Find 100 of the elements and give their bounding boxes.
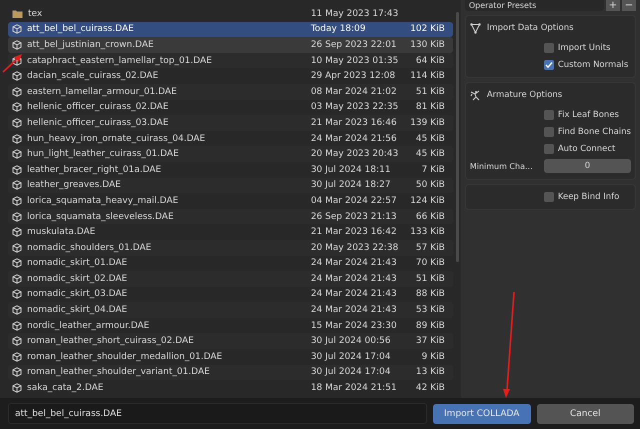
file-size: 42 KiB	[414, 383, 445, 394]
cancel-button[interactable]: Cancel	[536, 404, 634, 424]
file-size: 13 KiB	[414, 367, 445, 378]
file-row[interactable]: nordic_leather_armour.DAE 15 Mar 2024 23:30 89 KiB	[8, 318, 453, 334]
operator-presets-dropdown[interactable]: Operator Presets	[464, 0, 604, 11]
file-size: 89 KiB	[414, 320, 445, 331]
cube-icon	[12, 320, 22, 331]
cube-icon	[12, 134, 22, 144]
file-date: 08 Mar 2024 21:02	[310, 86, 398, 97]
cube-icon	[12, 24, 22, 34]
cube-icon	[12, 367, 22, 378]
checkbox[interactable]	[544, 144, 554, 154]
file-name: nomadic_shoulders_01.DAE	[27, 242, 152, 253]
remove-preset-button[interactable]: −	[622, 0, 636, 11]
cube-icon	[12, 40, 22, 50]
file-size: 45 KiB	[414, 134, 445, 144]
file-name: nomadic_skirt_02.DAE	[27, 274, 128, 284]
file-date: 11 May 2023 17:43	[310, 8, 400, 19]
file-name: hun_heavy_iron_ornate_cuirass_04.DAE	[27, 134, 206, 144]
file-name: att_bel_justinian_crown.DAE	[27, 40, 155, 50]
file-row[interactable]: cataphract_eastern_lamellar_top_01.DAE 10 May 2023 01:35 64 KiB	[8, 52, 453, 68]
file-row[interactable]: roman_leather_short_cuirass_02.DAE 30 Jul 2024 00:56 37 KiB	[8, 333, 453, 350]
file-date: 24 Mar 2024 21:43	[310, 305, 398, 316]
file-size: 70 KiB	[414, 258, 445, 268]
file-name: dacian_scale_cuirass_02.DAE	[27, 71, 160, 82]
file-row[interactable]: hun_heavy_iron_ornate_cuirass_04.DAE 24 Mar 2024 21:56 45 KiB	[8, 130, 453, 146]
file-date: 20 May 2023 22:38	[310, 242, 400, 253]
panel-title[interactable]: Armature Options	[486, 90, 562, 100]
annotation-arrow	[2, 54, 22, 73]
file-row[interactable]: nomadic_shoulders_01.DAE 20 May 2023 22:38 57 KiB	[8, 240, 453, 256]
file-size: 53 KiB	[414, 305, 445, 316]
cube-icon	[12, 118, 22, 128]
file-row[interactable]: saka_cata_2.DAE 18 Mar 2024 21:51 42 KiB	[8, 380, 453, 396]
file-row[interactable]: roman_leather_shoulder_medallion_01.DAE 30 Jul 2024 17:04 9 KiB	[8, 349, 453, 365]
panel-title[interactable]: Import Data Options	[486, 23, 574, 33]
file-row[interactable]: hellenic_officer_cuirass_02.DAE 03 May 2023 22:35 81 KiB	[8, 100, 453, 116]
cube-icon	[12, 71, 22, 82]
file-row[interactable]: nomadic_skirt_03.DAE 24 Mar 2024 21:43 88 KiB	[8, 286, 453, 302]
cube-icon	[12, 180, 22, 190]
cube-icon	[12, 102, 22, 112]
file-size: 81 KiB	[414, 102, 445, 112]
filename-field[interactable]: att_bel_bel_cuirass.DAE	[8, 403, 427, 424]
file-row[interactable]: leather_greaves.DAE 30 Jul 2024 18:27 50 KiB	[8, 178, 453, 194]
file-name: hellenic_officer_cuirass_02.DAE	[27, 102, 170, 112]
file-row[interactable]: nomadic_skirt_02.DAE 24 Mar 2024 21:43 51 KiB	[8, 271, 453, 287]
file-row[interactable]: roman_leather_shoulder_variant_01.DAE 30 Jul 2024 17:04 13 KiB	[8, 364, 453, 380]
checkbox[interactable]	[544, 42, 554, 52]
file-date: 21 Mar 2023 16:46	[310, 118, 398, 128]
import-button[interactable]: Import COLLADA	[433, 404, 530, 424]
file-date: 30 Jul 2024 00:56	[310, 336, 392, 346]
file-name: nomadic_skirt_01.DAE	[27, 258, 128, 268]
file-row[interactable]: lorica_squamata_heavy_mail.DAE 04 Mar 2024 22:57 124 KiB	[8, 193, 453, 209]
file-row[interactable]: att_bel_bel_cuirass.DAE Today 18:09 102 KiB	[8, 22, 453, 38]
file-date: Today 18:09	[310, 24, 367, 34]
checkbox-label: Custom Normals	[558, 60, 628, 70]
file-size: 45 KiB	[414, 149, 445, 160]
file-row[interactable]: eastern_lamellar_armour_01.DAE 08 Mar 2024 21:02 51 KiB	[8, 84, 453, 100]
file-size: 57 KiB	[414, 242, 445, 253]
file-name: roman_leather_short_cuirass_02.DAE	[27, 336, 195, 346]
file-row[interactable]: muskulata.DAE 21 Mar 2023 16:42 133 KiB	[8, 224, 453, 240]
file-date: 18 Mar 2024 21:51	[310, 383, 398, 394]
file-name: lorica_squamata_sleeveless.DAE	[27, 212, 175, 222]
add-preset-button[interactable]: +	[606, 0, 620, 11]
file-size: 102 KiB	[409, 24, 445, 34]
file-name: saka_cata_2.DAE	[27, 383, 104, 394]
checkbox[interactable]	[544, 126, 554, 136]
file-name: hellenic_officer_cuirass_03.DAE	[27, 118, 170, 128]
file-row[interactable]: leather_bracer_right_01a.DAE 30 Jul 2024 18:11 7 KiB	[8, 162, 453, 178]
cube-icon	[12, 86, 22, 97]
file-size: 51 KiB	[414, 86, 445, 97]
file-date: 24 Mar 2024 21:43	[310, 258, 398, 268]
file-name: nomadic_skirt_03.DAE	[27, 289, 128, 300]
file-row[interactable]: dacian_scale_cuirass_02.DAE 29 Apr 2023 12:08 114 KiB	[8, 68, 453, 84]
file-row[interactable]: tex 11 May 2023 17:43	[8, 6, 453, 22]
file-row[interactable]: hellenic_officer_cuirass_03.DAE 21 Mar 2023 16:46 139 KiB	[8, 115, 453, 131]
file-row[interactable]: hun_light_leather_cuirass_01.DAE 20 May 2023 20:43 45 KiB	[8, 146, 453, 162]
file-size: 50 KiB	[414, 180, 445, 190]
file-row[interactable]: lorica_squamata_sleeveless.DAE 26 Sep 2023 21:13 66 KiB	[8, 208, 453, 224]
file-size: 51 KiB	[414, 274, 445, 284]
checkmark-icon	[544, 60, 553, 68]
file-size: 133 KiB	[409, 227, 445, 238]
file-row[interactable]: att_bel_justinian_crown.DAE 26 Sep 2023 22:01 130 KiB	[8, 37, 453, 53]
checkbox[interactable]	[544, 60, 554, 70]
file-date: 20 May 2023 20:43	[310, 149, 400, 160]
file-date: 03 May 2023 22:35	[310, 102, 400, 112]
checkbox-label: Import Units	[558, 42, 610, 52]
stick-figure-icon	[470, 90, 481, 100]
file-size: 66 KiB	[414, 212, 445, 222]
checkbox[interactable]	[544, 192, 554, 202]
file-date: 30 Jul 2024 18:11	[310, 164, 392, 175]
checkbox-label: Auto Connect	[558, 144, 616, 154]
file-size: 114 KiB	[409, 71, 445, 82]
file-row[interactable]: nomadic_skirt_04.DAE 24 Mar 2024 21:43 53 KiB	[8, 302, 453, 318]
number-field[interactable]: 0	[544, 159, 631, 173]
file-name: leather_greaves.DAE	[27, 180, 122, 190]
file-name: roman_leather_shoulder_medallion_01.DAE	[27, 352, 224, 362]
file-row[interactable]: nomadic_skirt_01.DAE 24 Mar 2024 21:43 70 KiB	[8, 256, 453, 272]
file-date: 30 Jul 2024 18:27	[310, 180, 392, 190]
checkbox[interactable]	[544, 110, 554, 120]
scrollbar[interactable]	[456, 12, 459, 262]
